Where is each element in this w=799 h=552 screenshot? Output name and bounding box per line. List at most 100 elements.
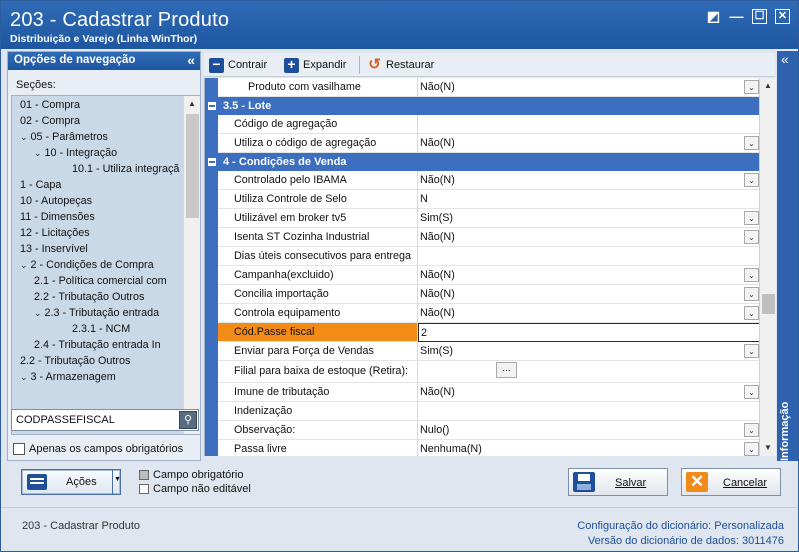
property-value[interactable]: Sim(S) ⌄ — [418, 209, 759, 228]
property-value[interactable]: Não(N) ⌄ — [418, 134, 759, 153]
scroll-up-icon[interactable]: ▲ — [184, 96, 200, 112]
expand-button[interactable]: + Expandir — [284, 56, 346, 74]
window-title: 203 - Cadastrar Produto — [10, 9, 230, 31]
chevron-down-icon[interactable]: ⌄ — [34, 308, 42, 318]
search-icon[interactable]: ⚲ — [179, 411, 197, 429]
property-value[interactable]: Nulo() ⌄ — [418, 421, 759, 440]
tree-item[interactable]: 2.2 - Tributação Outros — [20, 353, 130, 369]
category-header[interactable]: 4 - Condições de Venda — [205, 153, 759, 171]
property-row: Campanha(excluido) Não(N) ⌄ — [205, 266, 759, 285]
tree-item[interactable]: 2.3.1 - NCM — [72, 321, 130, 337]
tree-item[interactable]: 11 - Dimensões — [20, 209, 95, 225]
scroll-thumb[interactable] — [762, 294, 775, 314]
tree-item[interactable]: ⌄ 2.3 - Tributação entrada — [34, 305, 159, 321]
chevron-down-icon[interactable]: ⌄ — [744, 287, 759, 301]
property-value[interactable]: Não(N) ⌄ — [418, 285, 759, 304]
tree-item[interactable]: 10 - Autopeças — [20, 193, 92, 209]
tree-item[interactable]: 2.1 - Política comercial com — [34, 273, 167, 289]
save-button[interactable]: Salvar — [568, 468, 668, 496]
scroll-thumb[interactable] — [186, 114, 199, 218]
property-value[interactable]: ... — [418, 361, 759, 383]
chevron-down-icon[interactable]: ⌄ — [744, 385, 759, 399]
actions-label: Ações — [66, 476, 97, 488]
property-value[interactable] — [418, 402, 759, 421]
chevron-down-icon[interactable]: ⌄ — [744, 423, 759, 437]
required-only-checkbox[interactable]: Apenas os campos obrigatórios — [13, 443, 183, 455]
tree-item[interactable]: 13 - Inservível — [20, 241, 88, 257]
tree-item[interactable]: ⌄ 05 - Parâmetros — [20, 129, 108, 145]
collapse-label: Contrair — [228, 59, 268, 71]
chevron-down-icon[interactable]: ⌄ — [744, 173, 759, 187]
property-value[interactable]: Não(N) ⌄ — [418, 304, 759, 323]
tree-item[interactable]: 1 - Capa — [20, 177, 61, 193]
cancel-x-icon: ✕ — [686, 472, 708, 492]
property-value[interactable]: Sim(S) ⌄ — [418, 342, 759, 361]
collapse-info-icon[interactable]: « — [781, 51, 789, 67]
tree-scrollbar[interactable]: ▲ ▼ — [183, 96, 200, 434]
maximize-button[interactable]: ☐ — [752, 9, 767, 24]
chevron-down-icon[interactable]: ⌄ — [744, 268, 759, 282]
collapse-box-icon[interactable] — [208, 102, 216, 110]
property-label: Campanha(excluido) — [218, 266, 418, 285]
chevron-down-icon[interactable]: ⌄ — [744, 344, 759, 358]
chevron-down-icon[interactable]: ⌄ — [744, 230, 759, 244]
chevron-down-icon[interactable]: ⌄ — [20, 260, 28, 270]
ellipsis-button[interactable]: ... — [496, 362, 517, 378]
actions-button[interactable]: Ações ▼ — [21, 469, 121, 495]
property-value[interactable] — [418, 115, 759, 134]
collapse-box-icon[interactable] — [208, 158, 216, 166]
tree-item[interactable]: ⌄ 2 - Condições de Compra — [20, 257, 154, 273]
cancel-button[interactable]: ✕ Cancelar — [681, 468, 781, 496]
tree-item[interactable]: 2.2 - Tributação Outros — [34, 289, 144, 305]
property-value[interactable]: Não(N) ⌄ — [418, 383, 759, 402]
scroll-down-icon[interactable]: ▼ — [760, 440, 776, 456]
property-value[interactable]: Não(N) ⌄ — [418, 78, 759, 97]
chevron-down-icon[interactable]: ⌄ — [744, 80, 759, 94]
collapse-button[interactable]: − Contrair — [209, 56, 267, 74]
sections-tree[interactable]: 01 - Compra 02 - Compra ⌄ 05 - Parâmetros ⌄ 1… — [11, 95, 201, 435]
chevron-down-icon[interactable]: ⌄ — [20, 372, 28, 382]
property-row: Código de agregação — [205, 115, 759, 134]
grid-scrollbar[interactable]: ▲ ▼ — [759, 78, 776, 456]
restore-button[interactable]: ↺ Restaurar — [367, 56, 434, 74]
tree-item[interactable]: ⌄ 10 - Integração — [34, 145, 117, 161]
property-value-text: N — [420, 193, 428, 205]
minimize-button[interactable]: — — [729, 9, 744, 24]
tree-item[interactable]: ⌄ 3 - Armazenagem — [20, 369, 116, 385]
chevron-down-icon[interactable]: ⌄ — [34, 148, 42, 158]
tree-item[interactable]: 02 - Compra — [20, 113, 80, 129]
property-value[interactable]: Nenhuma(N) ⌄ — [418, 440, 759, 456]
property-value[interactable]: Não(N) ⌄ — [418, 266, 759, 285]
close-button[interactable]: ✕ — [775, 9, 790, 24]
chevron-down-icon[interactable]: ⌄ — [20, 132, 28, 142]
property-grid: Produto com vasilhame Não(N) ⌄ 3.5 - Lote Có… — [204, 78, 759, 456]
floppy-disk-icon — [573, 472, 595, 492]
tree-item[interactable]: 2.4 - Tributação entrada In — [34, 337, 161, 353]
checkbox-box[interactable] — [13, 443, 25, 455]
property-value[interactable] — [418, 247, 759, 266]
property-value-text: Não(N) — [420, 231, 455, 243]
tree-item-label: 10.1 - Utiliza integraçã — [72, 163, 180, 175]
property-value[interactable]: 2 — [418, 323, 759, 342]
chevron-down-icon[interactable]: ⌄ — [744, 306, 759, 320]
tree-item[interactable]: 12 - Licitações — [20, 225, 90, 241]
category-header[interactable]: 3.5 - Lote — [205, 97, 759, 115]
scroll-up-icon[interactable]: ▲ — [760, 78, 776, 94]
property-label: Dias úteis consecutivos para entrega — [218, 247, 418, 266]
chevron-down-icon[interactable]: ⌄ — [744, 136, 759, 150]
property-row: Controlado pelo IBAMA Não(N) ⌄ — [205, 171, 759, 190]
chevron-down-icon[interactable]: ⌄ — [744, 442, 759, 456]
info-pane[interactable]: « Informação — [777, 51, 798, 461]
collapse-navigation-icon[interactable]: « — [187, 52, 195, 68]
tree-item[interactable]: 01 - Compra — [20, 97, 80, 113]
property-value[interactable]: Não(N) ⌄ — [418, 171, 759, 190]
property-value[interactable]: Não(N) ⌄ — [418, 228, 759, 247]
property-label: Cód.Passe fiscal — [218, 323, 418, 342]
chevron-down-icon[interactable]: ⌄ — [744, 211, 759, 225]
tree-item-label: 13 - Inservível — [20, 243, 88, 255]
chevron-down-icon[interactable]: ▼ — [114, 476, 121, 483]
property-value[interactable]: N — [418, 190, 759, 209]
tree-item[interactable]: 10.1 - Utiliza integraçã — [72, 161, 179, 177]
restore-layout-icon[interactable]: ◩ — [706, 9, 721, 24]
field-search-input[interactable]: CODPASSEFISCAL ⚲ — [11, 409, 199, 431]
